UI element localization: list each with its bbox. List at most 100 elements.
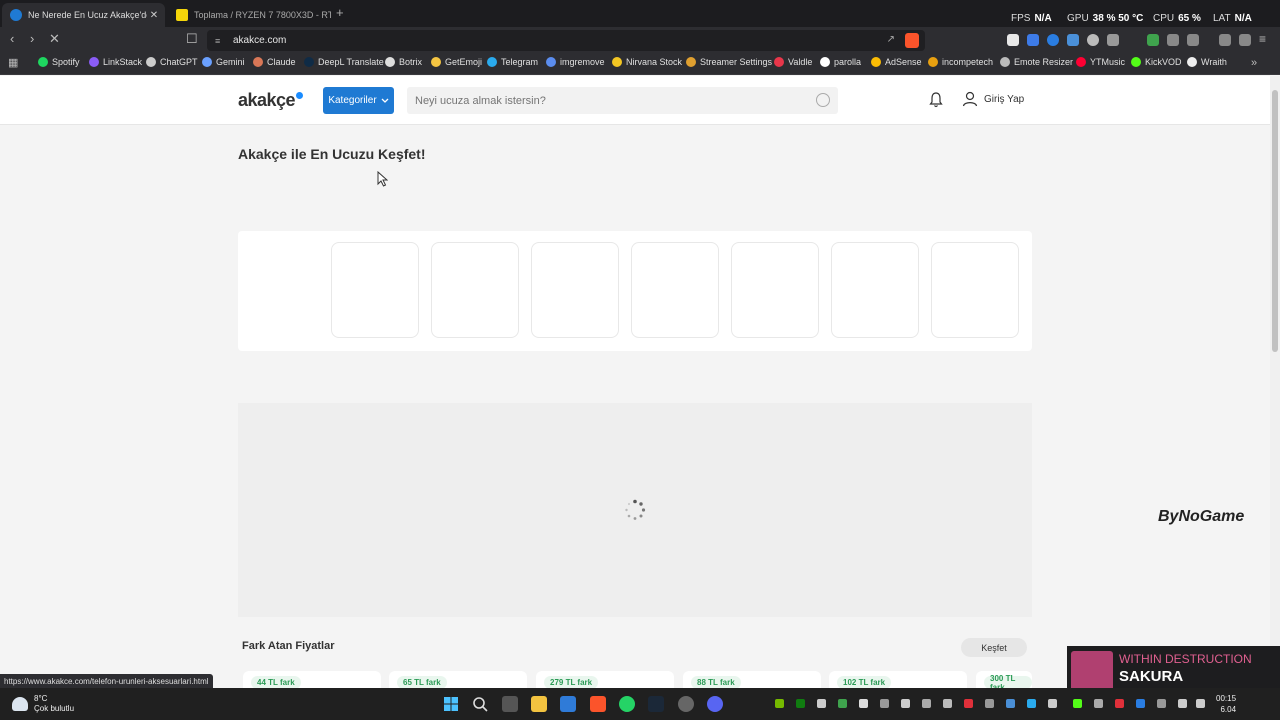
tray-icon[interactable]	[859, 699, 868, 708]
tray-icon[interactable]	[880, 699, 889, 708]
bookmark-item[interactable]: Emote Resizer	[1000, 57, 1073, 67]
microphone-icon[interactable]	[1157, 699, 1166, 708]
bookmark-item[interactable]: KickVOD	[1131, 57, 1182, 67]
deal-card[interactable]: 88 TL fark	[683, 671, 821, 688]
tray-icon[interactable]	[1094, 699, 1103, 708]
scrollbar-thumb[interactable]	[1272, 90, 1278, 352]
sidebar-icon[interactable]	[1219, 34, 1231, 46]
deal-card[interactable]: 300 TL fark	[976, 671, 1032, 688]
network-icon[interactable]	[1178, 699, 1187, 708]
file-explorer-icon[interactable]	[531, 696, 547, 712]
kesfet-button[interactable]: Keşfet	[961, 638, 1027, 657]
mic-tray-icon[interactable]	[1115, 699, 1124, 708]
bookmark-item[interactable]: Streamer Settings	[686, 57, 772, 67]
share-icon[interactable]: ↗	[887, 34, 895, 45]
microsoft-store-icon[interactable]	[560, 696, 576, 712]
category-card-placeholder[interactable]	[431, 242, 519, 338]
bookmark-item[interactable]: parolla	[820, 57, 861, 67]
brave-browser-icon[interactable]	[590, 696, 606, 712]
stop-loading-icon[interactable]: ✕	[49, 32, 60, 46]
forward-icon[interactable]: ›	[30, 32, 34, 46]
tray-icon[interactable]	[1073, 699, 1082, 708]
apps-grid-icon[interactable]: ▦	[8, 56, 18, 70]
xbox-tray-icon[interactable]	[796, 699, 805, 708]
bookmark-item[interactable]: Gemini	[202, 57, 245, 67]
category-card-placeholder[interactable]	[631, 242, 719, 338]
tray-icon[interactable]	[838, 699, 847, 708]
bookmark-item[interactable]: Claude	[253, 57, 296, 67]
extension-icon[interactable]	[1087, 34, 1099, 46]
tray-icon[interactable]	[985, 699, 994, 708]
bookmark-item[interactable]: Nirvana Stock	[612, 57, 682, 67]
bookmark-icon[interactable]: ☐	[186, 32, 198, 46]
category-card-placeholder[interactable]	[731, 242, 819, 338]
close-tab-icon[interactable]: ✕	[147, 10, 161, 21]
bookmark-item[interactable]: GetEmoji	[431, 57, 482, 67]
tray-icon[interactable]	[943, 699, 952, 708]
extension-icon[interactable]	[1147, 34, 1159, 46]
search-icon[interactable]	[472, 696, 488, 712]
tray-icon[interactable]	[817, 699, 826, 708]
volume-icon[interactable]	[1196, 699, 1205, 708]
address-bar[interactable]: ≡ akakce.com ↗	[207, 30, 925, 51]
extension-icon[interactable]	[1007, 34, 1019, 46]
deal-card[interactable]: 279 TL fark	[536, 671, 674, 688]
puzzle-extensions-icon[interactable]	[1167, 34, 1179, 46]
bookmark-item[interactable]: incompetech	[928, 57, 993, 67]
category-card-placeholder[interactable]	[831, 242, 919, 338]
category-card-placeholder[interactable]	[531, 242, 619, 338]
bookmark-item[interactable]: ChatGPT	[146, 57, 198, 67]
site-settings-icon[interactable]: ≡	[215, 36, 225, 46]
bluetooth-icon[interactable]	[1136, 699, 1145, 708]
menu-icon[interactable]: ≡	[1259, 32, 1266, 46]
tray-icon[interactable]	[922, 699, 931, 708]
tab-toplama[interactable]: Toplama / RYZEN 7 7800X3D - RTX 4	[168, 3, 331, 27]
steam-tray-icon[interactable]	[1006, 699, 1015, 708]
category-card-placeholder[interactable]	[331, 242, 419, 338]
url-text[interactable]: akakce.com	[233, 35, 286, 46]
login-button[interactable]: Giriş Yap	[962, 91, 1024, 107]
bookmark-item[interactable]: Spotify	[38, 57, 80, 67]
search-input[interactable]	[415, 94, 795, 107]
akakce-logo[interactable]: akakçe	[238, 90, 304, 111]
deal-card[interactable]: 44 TL fark	[243, 671, 381, 688]
tray-icon[interactable]	[1048, 699, 1057, 708]
camera-extension-icon[interactable]	[1107, 34, 1119, 46]
deal-card[interactable]: 102 TL fark	[829, 671, 967, 688]
bell-icon[interactable]	[929, 92, 943, 108]
wallet-icon[interactable]	[1239, 34, 1251, 46]
extension-icon[interactable]	[1047, 34, 1059, 46]
weather-widget[interactable]: 8°C Çok bulutlu	[12, 694, 74, 714]
bookmark-item[interactable]: imgremove	[546, 57, 605, 67]
deal-card[interactable]: 65 TL fark	[389, 671, 527, 688]
whatsapp-icon[interactable]	[619, 696, 635, 712]
search-icon[interactable]	[816, 93, 830, 107]
steam-icon[interactable]	[648, 696, 664, 712]
bookmark-item[interactable]: DeepL Translate	[304, 57, 384, 67]
translate-extension-icon[interactable]	[1027, 34, 1039, 46]
back-icon[interactable]: ‹	[10, 32, 14, 46]
windows-start-icon[interactable]	[443, 696, 459, 712]
bookmark-item[interactable]: Valdle	[774, 57, 812, 67]
task-view-icon[interactable]	[502, 696, 518, 712]
more-bookmarks-icon[interactable]: »	[1251, 56, 1257, 70]
bookmark-item[interactable]: Telegram	[487, 57, 538, 67]
category-card-placeholder[interactable]	[931, 242, 1019, 338]
app-icon[interactable]	[678, 696, 694, 712]
tray-icon[interactable]	[901, 699, 910, 708]
categories-button[interactable]: Kategoriler	[323, 87, 394, 114]
discord-icon[interactable]	[707, 696, 723, 712]
page-scrollbar[interactable]	[1270, 76, 1280, 688]
tab-akakce[interactable]: Ne Nerede En Ucuz Akakçe'de ✕	[2, 3, 165, 27]
bookmark-item[interactable]: YTMusic	[1076, 57, 1125, 67]
bookmark-item[interactable]: LinkStack	[89, 57, 142, 67]
media-icon[interactable]	[1187, 34, 1199, 46]
search-box[interactable]	[407, 87, 838, 114]
tray-icon[interactable]	[964, 699, 973, 708]
bookmark-item[interactable]: Wraith	[1187, 57, 1227, 67]
new-tab-button[interactable]: +	[336, 5, 344, 20]
system-clock[interactable]: 00:15 6.04	[1216, 693, 1236, 715]
telegram-tray-icon[interactable]	[1027, 699, 1036, 708]
bookmark-item[interactable]: Botrix	[385, 57, 422, 67]
bookmark-item[interactable]: AdSense	[871, 57, 922, 67]
